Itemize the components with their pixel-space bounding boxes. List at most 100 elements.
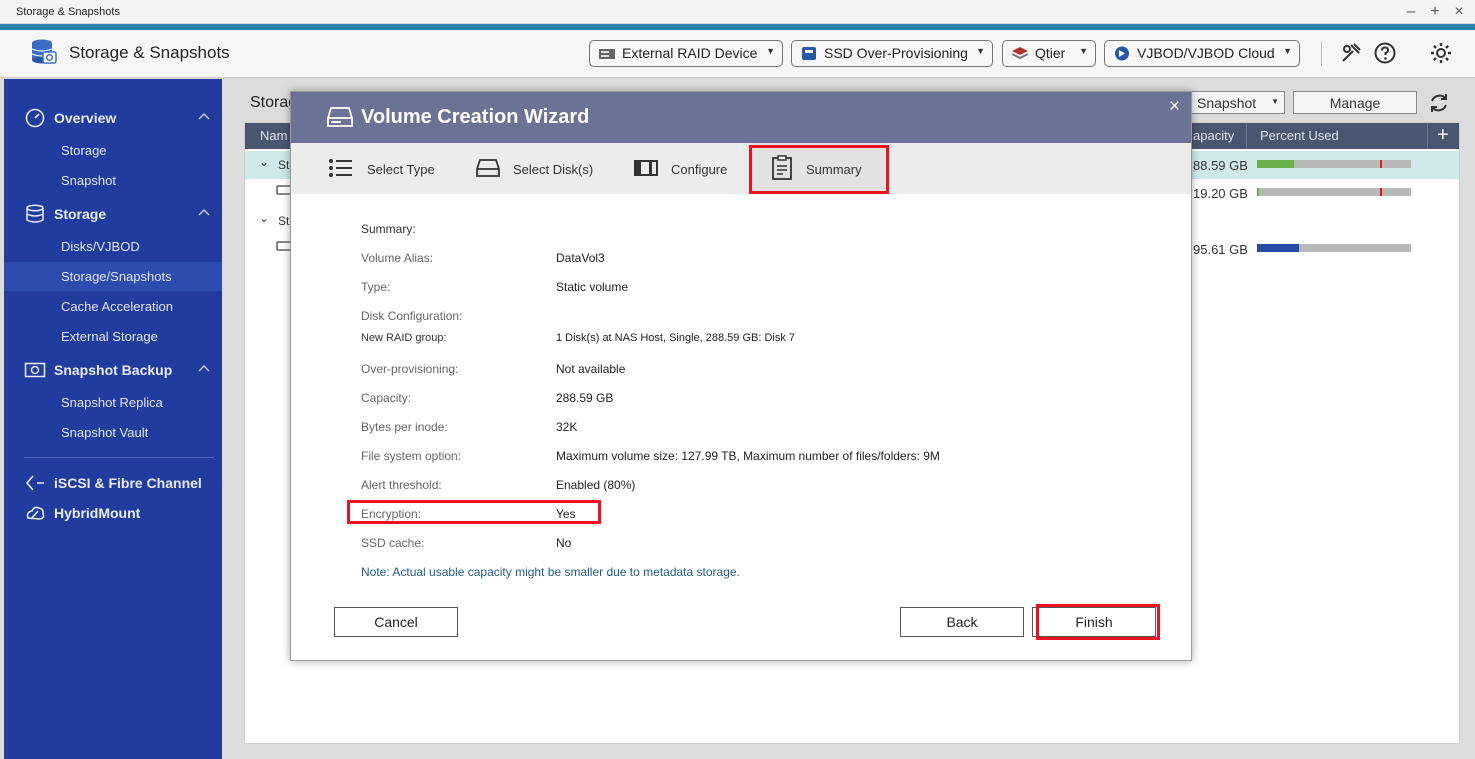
configure-icon [634,160,658,176]
sidebar-item-external-storage[interactable]: External Storage [4,322,222,351]
finish-highlight [1036,604,1160,640]
snapshot-label: Snapshot [1197,95,1257,111]
expand-chevron-icon[interactable]: ⌄ [259,155,269,169]
summary-key: Type: [361,280,391,294]
chevron-down-icon: ▼ [766,46,775,56]
summary-value: Maximum volume size: 127.99 TB, Maximum … [556,449,940,463]
summary-value: 288.59 GB [556,391,614,405]
summary-key: Capacity: [361,391,412,405]
vjbod-icon [1115,46,1129,61]
column-header-capacity: apacity [1193,128,1235,143]
capacity-note: Note: Actual usable capacity might be sm… [361,565,740,579]
chevron-down-icon: ▼ [1079,46,1088,56]
summary-key: File system option: [361,449,462,463]
sidebar-item-cache-acceleration[interactable]: Cache Acceleration [4,292,222,321]
minimize-icon[interactable]: – [1402,2,1420,22]
app-header: Storage & Snapshots External RAID Device… [0,30,1475,78]
chevron-down-icon: ▼ [1283,46,1292,56]
usage-bar-fill [1257,188,1259,196]
storage-app-icon [31,39,57,64]
column-header-name: Nam [260,128,288,143]
header-divider [1321,42,1322,66]
summary-key: Over-provisioning: [361,362,459,376]
sidebar-section-label: Overview [54,110,117,126]
row-name-partial: St [278,214,290,228]
chevron-up-icon [198,365,210,372]
window-title: Storage & Snapshots [16,6,120,18]
maximize-icon[interactable]: + [1426,2,1444,22]
wizard-title: Volume Creation Wizard [361,106,590,128]
sidebar-item-disks-vjbod[interactable]: Disks/VJBOD [4,232,222,261]
sidebar-item-storage-snapshots[interactable]: Storage/Snapshots [4,262,222,291]
step-select-disks[interactable]: Select Disk(s) [465,143,615,194]
back-button[interactable]: Back [900,607,1024,637]
qtier-label: Qtier [1035,45,1066,61]
sidebar-section-snapshot-backup[interactable]: Snapshot Backup [4,358,222,382]
help-icon[interactable] [1373,41,1397,65]
usage-bar [1257,188,1411,196]
step-configure[interactable]: Configure [625,143,745,194]
summary-value: Static volume [556,280,629,294]
chevron-down-icon: ▼ [976,46,985,56]
summary-value: DataVol3 [556,251,605,265]
sidebar-item-snapshot-vault[interactable]: Snapshot Vault [4,418,222,447]
summary-key: Volume Alias: [361,251,434,265]
disk-icon [476,159,500,177]
usage-bar [1257,160,1411,168]
expand-chevron-icon[interactable]: ⌄ [259,211,269,225]
summary-value: 32K [556,420,578,434]
summary-value: No [556,536,572,550]
summary-value: Not available [556,362,626,376]
step-label: Configure [671,162,728,177]
summary-value: Enabled (80%) [556,478,636,492]
close-icon[interactable]: × [1169,96,1180,118]
usage-bar-fill [1257,244,1299,252]
vjbod-label: VJBOD/VJBOD Cloud [1137,45,1275,61]
external-raid-dropdown[interactable]: External RAID Device ▼ [589,40,783,67]
summary-key: SSD cache: [361,536,425,550]
sidebar-item-storage-overview[interactable]: Storage [4,136,222,165]
summary-value: 1 Disk(s) at NAS Host, Single, 288.59 GB… [556,332,796,344]
row-capacity: 88.59 GB [1193,158,1248,173]
summary-key: Bytes per inode: [361,420,448,434]
wizard-steps: Select Type Select Disk(s) Configure Sum… [291,143,1191,194]
volume-icon [327,107,353,127]
step-label: Select Type [367,162,435,177]
sidebar-item-hybridmount[interactable]: HybridMount [4,501,222,525]
sidebar-item-snapshot-overview[interactable]: Snapshot [4,166,222,195]
refresh-icon[interactable] [1427,91,1451,115]
threshold-marker [1380,188,1382,196]
close-window-icon[interactable]: × [1450,2,1468,22]
summary-key: New RAID group: [361,332,447,344]
summary-heading-label: Summary: [361,222,416,236]
column-divider [1427,123,1428,149]
sidebar-section-label: Storage [54,206,107,222]
tools-icon[interactable] [1339,41,1363,65]
gauge-icon [25,108,45,128]
cancel-button[interactable]: Cancel [334,607,458,637]
sidebar-item-label: HybridMount [54,505,141,521]
iscsi-icon [25,475,44,491]
snapshot-dropdown[interactable]: Snapshot ▼ [1188,91,1285,114]
vjbod-dropdown[interactable]: VJBOD/VJBOD Cloud ▼ [1104,40,1300,67]
step-label: Select Disk(s) [513,162,594,177]
chevron-up-icon [198,113,210,120]
sidebar-section-overview[interactable]: Overview [4,106,222,130]
sidebar-item-snapshot-replica[interactable]: Snapshot Replica [4,388,222,417]
threshold-marker [1380,160,1382,168]
hybridmount-icon [26,506,45,520]
step-select-type[interactable]: Select Type [317,143,457,194]
sidebar-section-label: Snapshot Backup [54,362,173,378]
row-capacity: 19.20 GB [1193,186,1248,201]
settings-gear-icon[interactable] [1429,41,1453,65]
manage-button[interactable]: Manage [1293,91,1417,114]
add-column-icon[interactable]: + [1437,124,1449,147]
ssd-overprovisioning-dropdown[interactable]: SSD Over-Provisioning ▼ [791,40,993,67]
summary-key: Disk Configuration: [361,309,463,323]
sidebar-item-iscsi[interactable]: iSCSI & Fibre Channel [4,471,222,495]
sidebar-section-storage[interactable]: Storage [4,202,222,226]
qtier-icon [1011,47,1029,60]
external-raid-label: External RAID Device [622,45,758,61]
wizard-header: Volume Creation Wizard × [291,92,1191,143]
qtier-dropdown[interactable]: Qtier ▼ [1002,40,1096,67]
